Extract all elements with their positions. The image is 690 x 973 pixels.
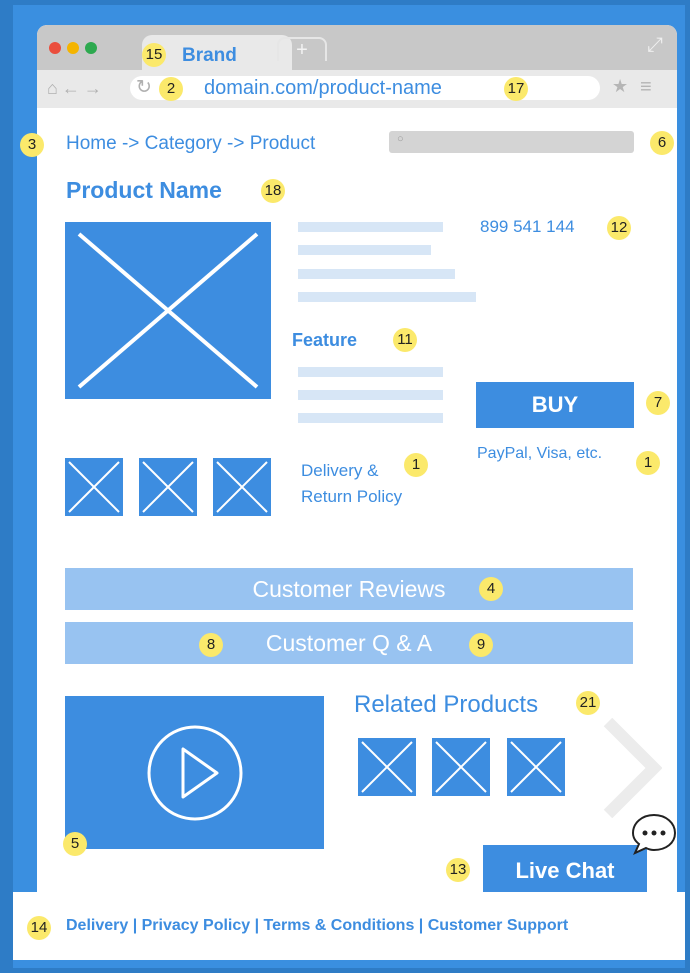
- phone-number: 899 541 144: [480, 217, 575, 236]
- maximize-window-dot[interactable]: [85, 42, 97, 54]
- customer-reviews-label: Customer Reviews: [252, 576, 446, 602]
- annotation-badge: 7: [646, 391, 670, 415]
- thumbnail[interactable]: [65, 458, 123, 516]
- nav-icons: ⌂←→: [47, 78, 106, 99]
- star-icon[interactable]: ★: [612, 76, 628, 97]
- search-icon: ○: [397, 133, 404, 145]
- annotation-badge: 9: [469, 633, 493, 657]
- product-image-placeholder: [65, 222, 271, 399]
- chevron-right-icon[interactable]: [602, 718, 662, 818]
- annotation-badge: 2: [159, 77, 183, 101]
- product-title: Product Name: [66, 177, 222, 203]
- image-cross-icon: [142, 461, 194, 513]
- annotation-badge: 14: [27, 916, 51, 940]
- customer-reviews-bar[interactable]: Customer Reviews: [65, 568, 633, 610]
- reload-icon[interactable]: ↻: [136, 76, 152, 99]
- annotation-badge: 18: [261, 179, 285, 203]
- live-chat-label: Live Chat: [515, 858, 615, 883]
- annotation-badge: 3: [20, 133, 44, 157]
- feature-line: [298, 390, 443, 400]
- home-icon[interactable]: ⌂: [47, 78, 62, 98]
- feature-line: [298, 367, 443, 377]
- related-product-thumbnail[interactable]: [432, 738, 490, 796]
- url-text: domain.com/product-name: [204, 77, 442, 99]
- description-line: [298, 222, 443, 232]
- description-line: [298, 245, 431, 255]
- customer-qa-bar[interactable]: Customer Q & A: [65, 622, 633, 664]
- annotation-badge: 21: [576, 691, 600, 715]
- customer-qa-label: Customer Q & A: [265, 630, 433, 656]
- annotation-badge: 8: [199, 633, 223, 657]
- image-cross-icon: [435, 741, 487, 793]
- related-product-thumbnail[interactable]: [507, 738, 565, 796]
- annotation-badge: 15: [142, 43, 166, 67]
- footer: Delivery | Privacy Policy | Terms & Cond…: [13, 892, 685, 960]
- annotation-badge: 6: [650, 131, 674, 155]
- delivery-line-2: Return Policy: [301, 487, 403, 506]
- annotation-badge: 17: [504, 77, 528, 101]
- expand-icon[interactable]: ⤢: [647, 34, 663, 57]
- annotation-badge: 4: [479, 577, 503, 601]
- image-cross-icon: [77, 232, 259, 389]
- feature-heading: Feature: [292, 330, 358, 350]
- feature-line: [298, 413, 443, 423]
- search-input[interactable]: ○: [389, 131, 634, 153]
- chat-bubble-icon[interactable]: [630, 812, 678, 856]
- delivery-line-1: Delivery &: [301, 461, 379, 480]
- image-cross-icon: [361, 741, 413, 793]
- related-products-heading: Related Products: [354, 691, 539, 718]
- description-line: [298, 269, 455, 279]
- breadcrumb[interactable]: Home -> Category -> Product: [66, 133, 315, 155]
- annotation-badge: 11: [393, 328, 417, 352]
- thumbnail[interactable]: [139, 458, 197, 516]
- tab-bar: Brand + ⤢: [37, 25, 677, 71]
- live-chat-button[interactable]: Live Chat: [483, 845, 647, 897]
- related-product-thumbnail[interactable]: [358, 738, 416, 796]
- footer-links[interactable]: Delivery | Privacy Policy | Terms & Cond…: [66, 917, 568, 935]
- delivery-policy-link[interactable]: Delivery & Return Policy: [301, 458, 402, 510]
- address-bar: ⌂←→ ↻ domain.com/product-name ★ ≡: [37, 70, 677, 108]
- browser-window: Brand + ⤢ ⌂←→ ↻ domain.com/product-name …: [37, 25, 677, 905]
- image-cross-icon: [68, 461, 120, 513]
- menu-icon[interactable]: ≡: [640, 76, 652, 99]
- video-player[interactable]: [65, 696, 324, 849]
- payment-methods: PayPal, Visa, etc.: [477, 445, 603, 462]
- annotation-badge: 5: [63, 832, 87, 856]
- annotation-badge: 1: [404, 453, 428, 477]
- image-cross-icon: [510, 741, 562, 793]
- thumbnail[interactable]: [213, 458, 271, 516]
- tab-label: Brand: [182, 45, 237, 66]
- url-field[interactable]: ↻ domain.com/product-name: [130, 76, 600, 100]
- annotation-badge: 12: [607, 216, 631, 240]
- new-tab-button[interactable]: +: [277, 37, 327, 61]
- forward-arrow-icon[interactable]: →: [84, 78, 106, 98]
- play-icon: [147, 725, 243, 821]
- description-line: [298, 292, 476, 302]
- back-arrow-icon[interactable]: ←: [62, 78, 84, 98]
- annotation-badge: 13: [446, 858, 470, 882]
- buy-button[interactable]: BUY: [476, 382, 634, 428]
- annotation-badge: 1: [636, 451, 660, 475]
- close-window-dot[interactable]: [49, 42, 61, 54]
- minimize-window-dot[interactable]: [67, 42, 79, 54]
- image-cross-icon: [216, 461, 268, 513]
